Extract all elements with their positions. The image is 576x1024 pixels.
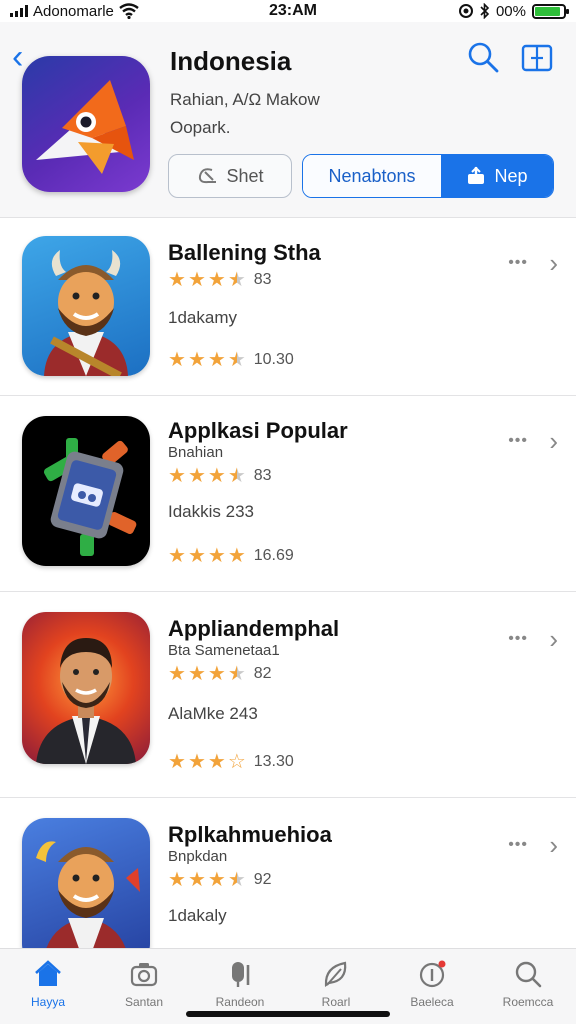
rating-stars: ★ ★ ★ ★ 82 xyxy=(168,663,272,685)
outline-button-label: Shet xyxy=(226,165,264,186)
list-item[interactable]: Applkasi Popular Bnahian ★ ★ ★ ★ 83 Idakkis… xyxy=(0,396,576,592)
list-item[interactable]: Rplkahmuehioa Bnpkdan ★ ★ ★ ★ 92 1dakaly ••… xyxy=(0,798,576,948)
status-right: 00% xyxy=(366,2,569,20)
bluetooth-icon xyxy=(480,3,490,19)
person-avatar-icon xyxy=(22,612,150,764)
segment-left-label: Nenabtons xyxy=(328,165,416,186)
more-options-icon[interactable]: ••• xyxy=(508,836,528,854)
tag-icon xyxy=(199,168,217,184)
segment-right[interactable]: Nep xyxy=(441,155,553,197)
search-icon xyxy=(515,961,542,988)
app-icon-bird[interactable] xyxy=(22,56,150,192)
wifi-icon xyxy=(119,3,139,19)
rating-value: 83 xyxy=(253,467,272,484)
tab-home[interactable]: Hayya xyxy=(2,959,94,1024)
battery-percent: 00% xyxy=(495,2,526,20)
rating-value: 92 xyxy=(253,871,272,888)
viking-avatar-icon xyxy=(22,818,150,948)
tab-mic-label: Randeon xyxy=(215,995,265,1009)
carrier-name: Adonomarle xyxy=(33,2,114,20)
rating-value-secondary: 16.69 xyxy=(253,547,294,564)
outline-button[interactable]: Shet xyxy=(168,154,292,198)
rating-stars: ★ ★ ★ ★ 83 xyxy=(168,269,272,291)
app-detail: AlaMke 243 xyxy=(168,704,258,723)
rating-value-secondary: 10.30 xyxy=(253,351,294,368)
app-subtitle: Bnahian xyxy=(168,444,224,461)
segment-left[interactable]: Nenabtons xyxy=(303,155,441,197)
chevron-right-icon[interactable]: › xyxy=(549,830,558,861)
rating-stars: ★ ★ ★ ★ 83 xyxy=(168,465,272,487)
device-icon xyxy=(22,416,150,566)
rating-stars-secondary: ★ ★ ★ ☆ 13.30 xyxy=(168,751,294,773)
rating-stars: ★ ★ ★ ★ 92 xyxy=(168,869,272,891)
page-title: Indonesia xyxy=(170,46,292,76)
more-options-icon[interactable]: ••• xyxy=(508,630,528,648)
segmented-control[interactable]: Nenabtons Nep xyxy=(302,154,554,198)
app-title[interactable]: Ballening Stha xyxy=(168,240,321,266)
more-options-icon[interactable]: ••• xyxy=(508,432,528,450)
back-chevron-icon[interactable]: ‹ xyxy=(12,40,23,74)
battery-icon xyxy=(532,3,569,19)
app-title[interactable]: Appliandemphal xyxy=(168,616,339,642)
tab-home-label: Hayya xyxy=(30,995,65,1009)
header-subtitle: Rahian, A/Ω Makow xyxy=(170,90,320,109)
list-item[interactable]: Appliandemphal Bta Samenetaa1 ★ ★ ★ ★ 82 Al… xyxy=(0,592,576,798)
home-indicator[interactable] xyxy=(186,1011,390,1017)
tab-camera[interactable]: Santan xyxy=(98,959,190,1024)
tab-search-label: Roemcca xyxy=(502,995,554,1009)
header-subtitle-2: Oopark. xyxy=(170,118,231,137)
status-left: Adonomarle xyxy=(10,3,220,20)
list-item[interactable]: Ballening Stha ★ ★ ★ ★ 83 1dakamy ★ ★ ★ ★ 10.3… xyxy=(0,218,576,396)
signal-icon xyxy=(10,5,28,17)
search-icon[interactable] xyxy=(466,40,500,74)
viking-avatar-icon xyxy=(22,236,150,376)
rating-value: 83 xyxy=(253,271,272,288)
rating-stars-secondary: ★ ★ ★ ★ 16.69 xyxy=(168,545,294,567)
status-bar: Adonomarle 23:AM 00% xyxy=(0,0,576,22)
mic-icon xyxy=(232,962,250,987)
status-time: 23:AM xyxy=(268,2,317,19)
app-detail: Idakkis 233 xyxy=(168,502,254,521)
tab-camera-label: Santan xyxy=(124,995,164,1009)
rating-value-secondary: 13.30 xyxy=(253,753,294,770)
app-header: ‹ Indonesia Rahian, A/Ω Makow Oopark. Sh xyxy=(0,22,576,218)
chevron-right-icon[interactable]: › xyxy=(549,426,558,457)
app-list: Ballening Stha ★ ★ ★ ★ 83 1dakamy ★ ★ ★ ★ 10.3… xyxy=(0,218,576,948)
more-options-icon[interactable]: ••• xyxy=(508,254,528,272)
app-title[interactable]: Applkasi Popular xyxy=(168,418,348,444)
tab-leaf-label: Roarl xyxy=(321,995,351,1009)
leaf-icon xyxy=(324,961,347,987)
app-subtitle: Bnpkdan xyxy=(168,848,228,865)
rating-value: 82 xyxy=(253,665,272,682)
camera-icon xyxy=(130,963,158,987)
share-icon[interactable] xyxy=(520,40,554,74)
tab-notifications-label: Baeleca xyxy=(410,995,454,1009)
location-icon xyxy=(458,4,473,18)
home-icon xyxy=(35,960,61,986)
app-detail: 1dakaly xyxy=(168,906,227,925)
app-subtitle: Bta Samenetaa1 xyxy=(168,642,280,659)
battery-fill xyxy=(535,6,561,16)
rating-stars-secondary: ★ ★ ★ ★ 10.30 xyxy=(168,349,294,371)
download-icon xyxy=(468,166,485,184)
app-detail: 1dakamy xyxy=(168,308,237,327)
tab-notifications[interactable]: Baeleca xyxy=(386,959,478,1024)
chevron-right-icon[interactable]: › xyxy=(549,248,558,279)
segment-right-label: Nep xyxy=(494,165,528,186)
chevron-right-icon[interactable]: › xyxy=(549,624,558,655)
tab-search[interactable]: Roemcca xyxy=(482,959,574,1024)
app-title[interactable]: Rplkahmuehioa xyxy=(168,822,332,848)
notification-icon xyxy=(419,960,446,988)
header-actions xyxy=(466,40,554,74)
